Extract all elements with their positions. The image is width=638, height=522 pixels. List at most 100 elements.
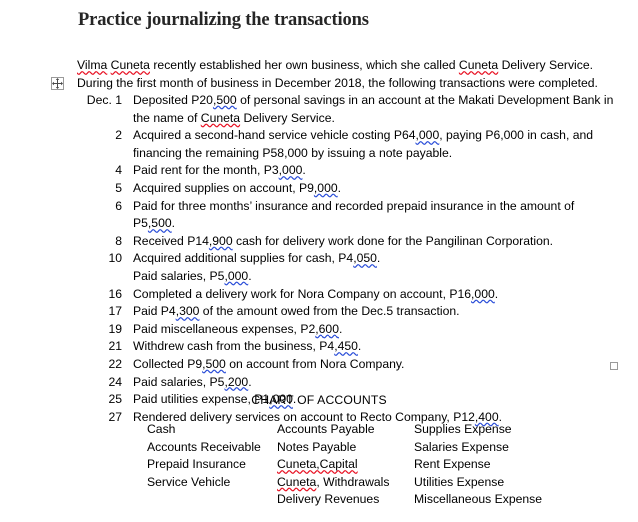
transaction-date: 27 [108,409,122,424]
transaction-6-text-0: Acquired additional supplies for cash, P… [133,251,354,266]
transaction-description: Completed a delivery work for Nora Compa… [122,286,617,304]
table-move-handle[interactable] [51,77,64,90]
chart-of-accounts-item: Notes Payable [277,439,414,457]
transaction-4-grammar-error-1: ,500 [147,216,172,231]
transaction-date: 16 [108,286,122,301]
transaction-row: Dec. 1 Deposited P20,500 of personal savi… [77,92,617,127]
transaction-0-text-0: Deposited P20 [133,93,213,107]
transaction-description: Paid rent for the month, P3,000. [122,162,617,180]
transaction-0-grammar-error-1: ,500 [212,93,237,107]
chart-of-accounts-item: Cuneta, Withdrawals [277,474,414,492]
chart-of-accounts-heading: CHART OF ACCOUNTS [251,393,387,407]
transaction-10-text-0: Paid miscellaneous expenses, P2 [133,321,316,336]
transaction-3-grammar-error-1: ,000 [313,180,338,195]
transaction-row: 10 Acquired additional supplies for cash,… [77,250,617,268]
transaction-8-grammar-error-1: ,000 [471,286,495,301]
chart-of-accounts-item: Miscellaneous Expense [414,491,594,509]
transaction-date: 17 [108,304,122,319]
chart-of-accounts-item: Cuneta,Capital [277,456,414,474]
transaction-5-text-2: cash for delivery work done for the Pang… [232,233,554,248]
transaction-10-text-2: . [338,321,343,336]
transaction-row: 5 Acquired supplies on account, P9,000. [77,180,617,198]
coa-0-2-text-0: Prepaid Insurance [147,457,246,472]
transaction-0-text-4: Delivery Service. [240,110,335,125]
transaction-date: 19 [108,321,122,336]
transaction-row: 2 Acquired a second-hand service vehicle … [77,127,617,162]
coa-1-1-text-0: Notes Payable [277,439,357,454]
misspelled-word-cuneta-1: Cuneta [110,58,150,73]
misspelled-word-vilma: Vilma [77,58,108,73]
coa-2-0-text-0: Supplies Expense [414,422,512,436]
chart-of-accounts-item: Delivery Revenues [277,491,414,509]
transaction-7-grammar-error-1: ,000 [224,268,249,283]
transaction-description: Paid P4,300 of the amount owed from the … [122,303,617,321]
table-resize-handle[interactable] [610,362,618,370]
transaction-date: Dec. 1 [86,93,122,107]
transaction-date: 21 [108,339,122,354]
misspelled-word-cuneta-2: Cuneta [458,58,499,73]
transaction-1-grammar-error-1: ,000 [415,128,440,143]
transaction-row: Paid salaries, P5,000. [77,268,617,286]
transaction-13-grammar-error-1: ,200 [224,374,249,389]
transaction-date: 8 [115,233,122,248]
transaction-date: 5 [115,180,122,195]
intro-paragraph: Vilma Cuneta recently established her ow… [77,56,614,92]
chart-of-accounts-columns: Cash Accounts Receivable Prepaid Insurance… [147,421,594,509]
transaction-date: 22 [108,356,122,371]
transaction-12-text-0: Collected P9 [133,356,203,371]
transaction-4-text-0: Paid for three months’ insurance and rec… [133,198,575,231]
transaction-row: 17 Paid P4,300 of the amount owed from th… [77,303,617,321]
transaction-2-grammar-error-1: ,000 [278,163,303,178]
transaction-date: 4 [115,163,122,178]
chart-of-accounts-item: Prepaid Insurance [147,456,277,474]
transaction-description: Acquired additional supplies for cash, P… [122,250,617,268]
transaction-7-text-0: Paid salaries, P5 [133,268,225,283]
chart-of-accounts-item: Utilities Expense [414,474,594,492]
transaction-6-grammar-error-1: ,050 [353,251,377,266]
coa-2-4-text-0: Miscellaneous Expense [414,492,543,507]
coa-2-2-text-0: Rent Expense [414,457,491,472]
transaction-date: 2 [115,128,122,143]
transaction-5-grammar-error-1: ,900 [208,233,233,248]
transaction-12-text-2: on account from Nora Company. [225,356,405,371]
transaction-2-text-0: Paid rent for the month, P3 [133,163,279,178]
intro-text-1: recently established her own business, w… [149,58,459,73]
transaction-1-text-0: Acquired a second-hand service vehicle c… [133,128,416,143]
chart-of-accounts-item: Rent Expense [414,456,594,474]
transaction-3-text-0: Acquired supplies on account, P9 [133,180,314,195]
chart-of-accounts-item: Accounts Receivable [147,439,277,457]
transaction-description: Paid for three months’ insurance and rec… [122,198,617,233]
chart-of-accounts-column-1: Cash Accounts Receivable Prepaid Insurance… [147,421,277,509]
coa-1-3-text-1: , Withdrawals [316,474,390,489]
transaction-row: 19 Paid miscellaneous expenses, P2,600. [77,321,617,339]
transaction-11-text-0: Withdrew cash from the business, P4 [133,339,335,354]
transaction-12-grammar-error-1: ,500 [202,356,226,371]
chart-of-accounts-item: Accounts Payable [277,421,414,439]
transaction-description: Withdrew cash from the business, P4,450. [122,338,617,356]
coa-1-0-text-0: Accounts Payable [277,422,375,436]
transaction-description: Acquired supplies on account, P9,000. [122,180,617,198]
transaction-date: 10 [108,251,122,266]
transaction-date: 6 [115,198,122,213]
transaction-description: Received P14,900 cash for delivery work … [122,233,617,251]
transaction-description: Paid salaries, P5,200. [122,374,617,392]
coa-0-3-text-0: Service Vehicle [147,474,231,489]
transaction-8-text-2: . [494,286,499,301]
transaction-description: Acquired a second-hand service vehicle c… [122,127,617,162]
transaction-13-text-2: . [248,374,252,389]
transactions-list: Dec. 1 Deposited P20,500 of personal savi… [77,92,617,426]
transaction-5-text-0: Received P14 [133,233,209,248]
coa-1-4-text-0: Delivery Revenues [277,492,380,507]
transaction-date: 24 [108,374,122,389]
transaction-7-text-2: . [248,268,252,283]
transaction-row: 4 Paid rent for the month, P3,000. [77,162,617,180]
transaction-description: Collected P9,500 on account from Nora Co… [122,356,617,374]
coa-1-3-spelling-error-0: Cuneta [277,474,317,489]
transaction-row: 6 Paid for three months’ insurance and re… [77,198,617,233]
coa-2-3-text-0: Utilities Expense [414,474,505,489]
chart-of-accounts-column-2: Accounts Payable Notes Payable Cuneta,Capi… [277,421,414,509]
transaction-13-text-0: Paid salaries, P5 [133,374,225,389]
transaction-description: Paid salaries, P5,000. [122,268,617,286]
transaction-description: Paid miscellaneous expenses, P2,600. [122,321,617,339]
transaction-description: Deposited P20,500 of personal savings in… [122,92,617,127]
